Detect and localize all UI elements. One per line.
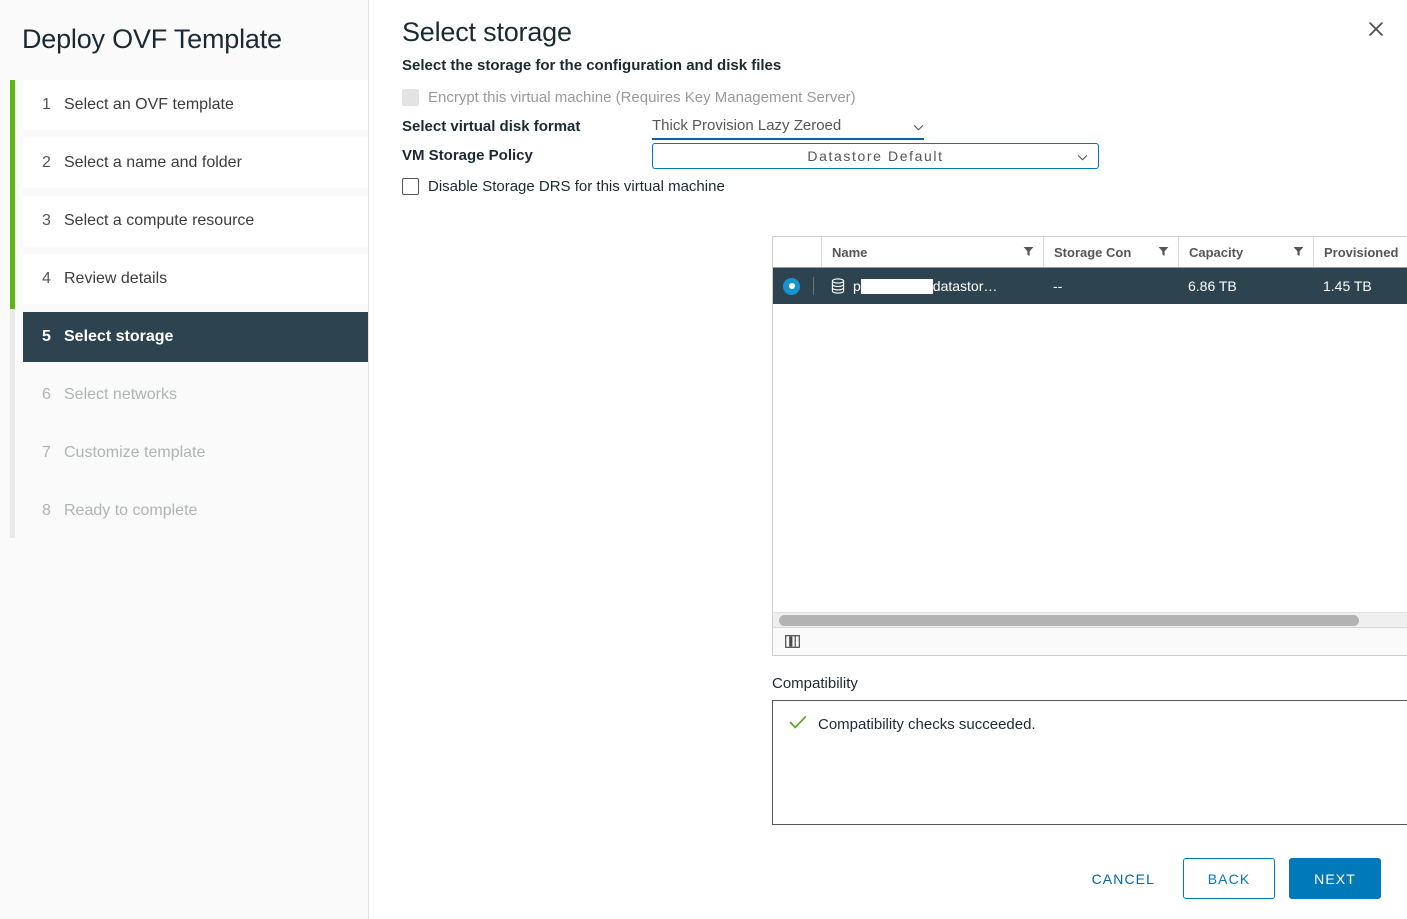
page-subtitle: Select the storage for the configuration… xyxy=(369,49,1407,74)
wizard-step-list: 1Select an OVF template 2Select a name an… xyxy=(0,80,368,536)
cell-value: 1.45 TB xyxy=(1323,278,1372,294)
datastore-name-prefix: p xyxy=(853,278,861,294)
wizard-step-number: 2 xyxy=(42,154,64,172)
disk-format-label: Select virtual disk format xyxy=(402,118,652,135)
wizard-title: Deploy OVF Template xyxy=(0,0,368,56)
wizard-step-2[interactable]: 2Select a name and folder xyxy=(23,138,368,188)
datastore-table-body: pdatastor…--6.86 TB1.45 TB5.86 TBVMFS 6 xyxy=(773,268,1407,612)
disk-format-select[interactable]: Thick Provision Lazy Zeroed xyxy=(652,114,924,140)
next-button[interactable]: NEXT xyxy=(1289,858,1381,899)
storage-policy-row: VM Storage Policy Datastore Default xyxy=(402,141,1407,170)
horizontal-scrollbar-thumb[interactable] xyxy=(779,615,1359,626)
column-header-label: Provisioned xyxy=(1324,245,1407,260)
wizard-step-1[interactable]: 1Select an OVF template xyxy=(23,80,368,130)
back-button[interactable]: BACK xyxy=(1183,858,1275,899)
storage-policy-select[interactable]: Datastore Default xyxy=(652,143,1099,169)
wizard-step-5[interactable]: 5Select storage xyxy=(23,312,368,362)
datastore-name-text: p datastor… xyxy=(853,278,997,294)
compatibility-panel: Compatibility checks succeeded. xyxy=(772,700,1407,825)
wizard-step-number: 8 xyxy=(42,502,64,520)
filter-icon[interactable] xyxy=(1158,245,1169,260)
column-header-label: Storage Con xyxy=(1054,245,1158,260)
datastore-table-footer: 1 item xyxy=(773,627,1407,655)
cell-provisioned: 1.45 TB xyxy=(1313,268,1407,304)
check-icon xyxy=(789,715,807,734)
cell-divider xyxy=(813,277,814,295)
wizard-sidebar: Deploy OVF Template 1Select an OVF templ… xyxy=(0,0,369,919)
datastore-table-header: NameStorage ConCapacityProvisionedFreeTy… xyxy=(773,237,1407,268)
datastore-table: NameStorage ConCapacityProvisionedFreeTy… xyxy=(772,236,1407,656)
wizard-step-number: 6 xyxy=(42,386,64,404)
disable-sdrs-checkbox[interactable] xyxy=(402,178,419,195)
wizard-step-8: 8Ready to complete xyxy=(23,486,368,536)
wizard-step-label: Select networks xyxy=(64,386,177,404)
wizard-step-label: Customize template xyxy=(64,444,205,462)
deploy-ovf-wizard-dialog: Deploy OVF Template 1Select an OVF templ… xyxy=(0,0,1407,919)
columns-icon[interactable] xyxy=(785,635,800,648)
wizard-step-number: 5 xyxy=(42,328,64,346)
wizard-step-6: 6Select networks xyxy=(23,370,368,420)
page-title: Select storage xyxy=(369,0,1407,49)
wizard-step-label: Select a compute resource xyxy=(64,212,254,230)
step-progress-completed xyxy=(10,80,15,309)
column-header-storage_container[interactable]: Storage Con xyxy=(1043,237,1178,267)
encrypt-vm-row: Encrypt this virtual machine (Requires K… xyxy=(402,83,1407,112)
cell-value: -- xyxy=(1053,278,1062,294)
table-row[interactable]: pdatastor…--6.86 TB1.45 TB5.86 TBVMFS 6 xyxy=(773,268,1407,304)
disable-sdrs-row: Disable Storage DRS for this virtual mac… xyxy=(402,172,1407,201)
wizard-step-label: Review details xyxy=(64,270,167,288)
compatibility-label: Compatibility xyxy=(772,675,858,692)
storage-form: Encrypt this virtual machine (Requires K… xyxy=(402,83,1407,201)
wizard-step-number: 3 xyxy=(42,212,64,230)
filter-icon[interactable] xyxy=(1293,245,1304,260)
close-icon[interactable] xyxy=(1361,14,1391,44)
wizard-step-4[interactable]: 4Review details xyxy=(23,254,368,304)
horizontal-scrollbar[interactable] xyxy=(773,612,1407,627)
wizard-step-label: Select a name and folder xyxy=(64,154,242,172)
cell-storage_container: -- xyxy=(1043,268,1178,304)
chevron-down-icon xyxy=(1077,150,1088,161)
wizard-button-bar: CANCEL BACK NEXT xyxy=(1078,858,1381,899)
cancel-button[interactable]: CANCEL xyxy=(1078,858,1169,899)
row-select-cell xyxy=(773,268,821,304)
encrypt-vm-label: Encrypt this virtual machine (Requires K… xyxy=(428,89,856,106)
filter-icon[interactable] xyxy=(1023,245,1034,260)
cell-value: 6.86 TB xyxy=(1188,278,1237,294)
redaction-block xyxy=(861,279,933,294)
column-header-capacity[interactable]: Capacity xyxy=(1178,237,1313,267)
chevron-down-icon xyxy=(913,120,924,131)
column-header-label: Capacity xyxy=(1189,245,1293,260)
column-header-name[interactable]: Name xyxy=(821,237,1043,267)
datastore-icon xyxy=(831,278,845,294)
compatibility-message: Compatibility checks succeeded. xyxy=(818,716,1036,733)
datastore-name-cell: p datastor… xyxy=(821,268,1043,304)
wizard-step-number: 7 xyxy=(42,444,64,462)
disk-format-value: Thick Provision Lazy Zeroed xyxy=(652,117,913,134)
datastore-name-suffix: datastor… xyxy=(933,278,998,294)
wizard-step-number: 1 xyxy=(42,96,64,114)
encrypt-vm-checkbox xyxy=(402,89,419,106)
column-header-label: Name xyxy=(832,245,1023,260)
wizard-step-3[interactable]: 3Select a compute resource xyxy=(23,196,368,246)
wizard-step-label: Ready to complete xyxy=(64,502,197,520)
column-header-select[interactable] xyxy=(773,237,821,267)
disable-sdrs-label: Disable Storage DRS for this virtual mac… xyxy=(428,178,725,195)
wizard-step-7: 7Customize template xyxy=(23,428,368,478)
wizard-main-panel: Select storage Select the storage for th… xyxy=(369,0,1407,919)
compatibility-status-row: Compatibility checks succeeded. xyxy=(789,715,1407,734)
cell-capacity: 6.86 TB xyxy=(1178,268,1313,304)
column-header-provisioned[interactable]: Provisioned xyxy=(1313,237,1407,267)
wizard-step-label: Select storage xyxy=(64,328,173,346)
disk-format-row: Select virtual disk format Thick Provisi… xyxy=(402,112,1407,141)
storage-policy-label: VM Storage Policy xyxy=(402,147,652,164)
row-radio-button[interactable] xyxy=(783,278,800,295)
storage-policy-value: Datastore Default xyxy=(807,148,943,164)
wizard-step-label: Select an OVF template xyxy=(64,96,234,114)
wizard-step-number: 4 xyxy=(42,270,64,288)
